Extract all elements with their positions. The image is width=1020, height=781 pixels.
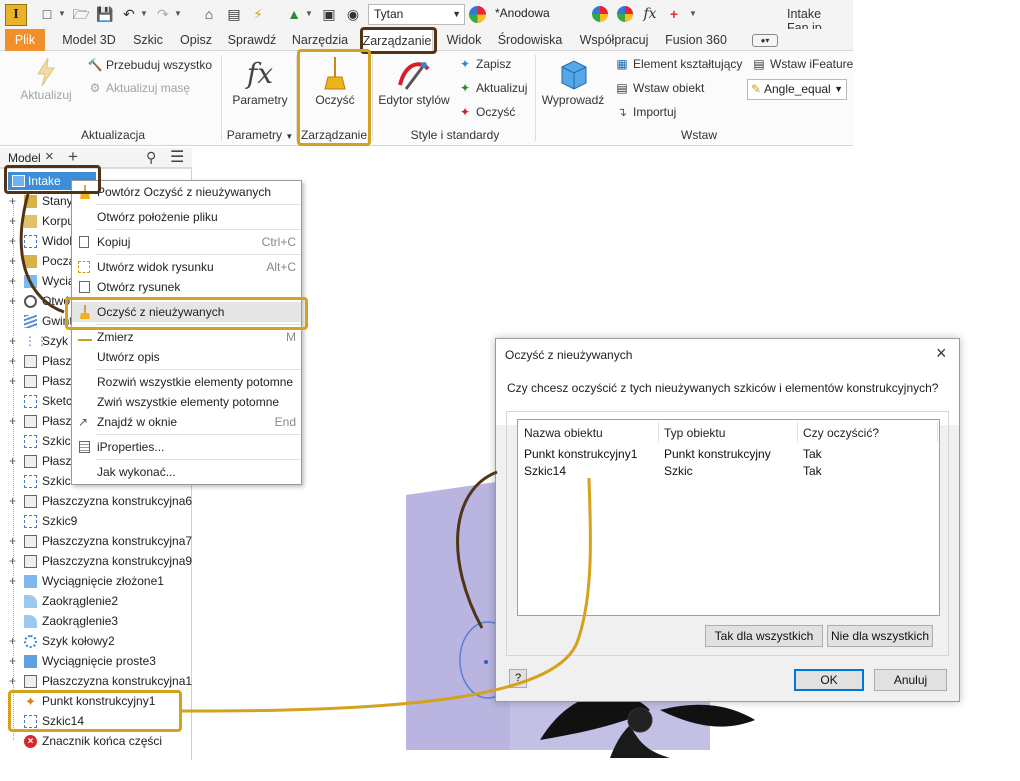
connector-line-brown [19, 193, 65, 314]
callout-connectors [19, 193, 592, 713]
connector-line-gold [181, 477, 592, 713]
connector-line-brown [456, 470, 498, 629]
